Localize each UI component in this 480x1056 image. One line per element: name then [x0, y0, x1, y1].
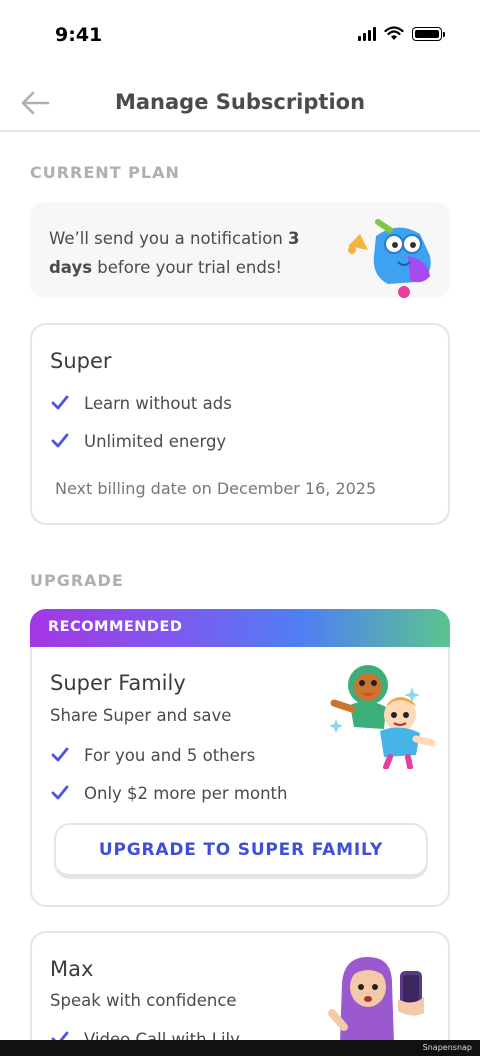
- trial-notification-text: We’ll send you a notification 3 days bef…: [49, 229, 300, 277]
- bottom-watermark-bar: Snapensnap: [0, 1040, 480, 1056]
- checkmark-icon: [51, 395, 69, 410]
- trial-notification-banner: We’ll send you a notification 3 days bef…: [30, 202, 450, 298]
- recommended-banner: RECOMMENDED: [30, 609, 450, 647]
- max-plan-subtitle: Speak with confidence: [50, 991, 237, 1010]
- max-plan-card[interactable]: Max Speak with confidence Video Call wit…: [30, 931, 450, 1056]
- page-title: Manage Subscription: [114, 90, 366, 114]
- battery-icon: [412, 26, 445, 41]
- super-family-plan-name: Super Family: [50, 671, 186, 695]
- status-icons: [358, 26, 445, 41]
- family-characters-illustration: [329, 665, 436, 769]
- super-family-subtitle: Share Super and save: [50, 706, 232, 725]
- recommended-label: RECOMMENDED: [48, 619, 183, 635]
- checkmark-icon: [51, 747, 69, 762]
- wifi-icon: [384, 26, 404, 40]
- current-plan-section-label: CURRENT PLAN: [30, 163, 180, 182]
- plan-feature-item: Unlimited energy: [50, 431, 226, 451]
- status-time: 9:41: [55, 24, 103, 46]
- cellular-signal-icon: [358, 26, 376, 41]
- plan-feature-item: Only $2 more per month: [50, 783, 287, 803]
- status-bar: 9:41: [0, 0, 480, 72]
- next-billing-date: Next billing date on December 16, 2025: [55, 479, 377, 498]
- checkmark-icon: [51, 785, 69, 800]
- checkmark-icon: [51, 433, 69, 448]
- top-nav-bar: Manage Subscription: [0, 78, 480, 132]
- super-family-card[interactable]: RECOMMENDED Super Family Share Super and…: [30, 609, 450, 907]
- upgrade-to-super-family-button[interactable]: UPGRADE TO SUPER FAMILY: [54, 823, 428, 879]
- mascot-with-bell-illustration: [348, 219, 431, 298]
- current-plan-name: Super: [50, 349, 112, 373]
- max-plan-name: Max: [50, 957, 94, 981]
- lily-character-illustration: [328, 957, 424, 1043]
- plan-feature-item: Learn without ads: [50, 393, 232, 413]
- watermark-text: Snapensnap: [422, 1043, 472, 1052]
- upgrade-section-label: UPGRADE: [30, 571, 124, 590]
- plan-feature-item: For you and 5 others: [50, 745, 255, 765]
- current-plan-card: Super Learn without ads Unlimited energy…: [30, 323, 450, 525]
